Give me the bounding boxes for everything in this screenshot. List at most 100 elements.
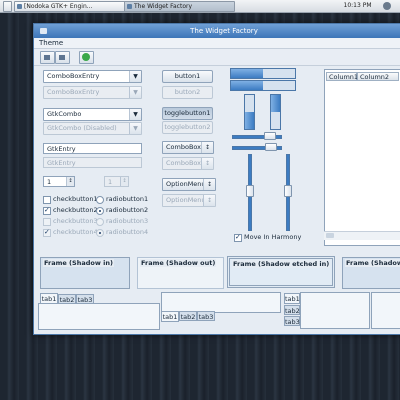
scrollbar-thumb[interactable] (326, 233, 334, 238)
notebook-page (300, 292, 370, 329)
clock[interactable]: 10:13 PM (340, 0, 375, 12)
progressbar-horizontal-2 (230, 80, 296, 91)
combobox-disabled-text: ComboBox (166, 159, 202, 167)
chevron-down-icon: ▼ (129, 123, 141, 134)
progressbar-horizontal-1 (230, 68, 296, 79)
gtkentry-disabled: GtkEntry (43, 157, 142, 168)
radiobutton4: radiobutton4 (96, 228, 148, 237)
checkbox-checked-icon (43, 228, 51, 237)
tab3[interactable]: tab3 (76, 294, 94, 304)
button1[interactable]: button1 (162, 70, 213, 83)
checkbutton3-label: checkbutton3 (53, 217, 98, 225)
optionmenu-text: OptionMenu (166, 180, 206, 188)
tray-icon[interactable] (383, 2, 391, 10)
previous-icon[interactable] (55, 51, 70, 64)
checkbutton1[interactable]: checkbutton1 (43, 195, 98, 204)
move-in-harmony-label: Move In Harmony (244, 233, 302, 241)
checkbox-checked-icon (234, 233, 242, 242)
radio-selected-icon (96, 229, 104, 237)
spinbutton[interactable]: 1 ↕ (43, 176, 75, 187)
radiobutton2[interactable]: radiobutton2 (96, 206, 148, 215)
chevron-down-icon[interactable]: ▼ (129, 71, 141, 82)
menu-theme[interactable]: Theme (39, 39, 63, 48)
tab2[interactable]: tab2 (58, 294, 76, 304)
task-label: [Nodoka GTK+ Engin... (24, 3, 93, 10)
gtkcombo-disabled: GtkCombo (Disabled) ▼ (43, 122, 142, 135)
chevron-updown-icon[interactable]: ↕ (201, 142, 213, 153)
notebook-page (38, 303, 160, 330)
tab3[interactable]: tab3 (284, 316, 300, 326)
vscale-2-slider[interactable] (284, 185, 292, 197)
tab1[interactable]: tab1 (161, 311, 179, 322)
combobox[interactable]: ComboBox ↕ (162, 141, 214, 154)
vscale-1-slider[interactable] (246, 185, 254, 197)
chevron-down-icon: ▼ (129, 87, 141, 98)
move-in-harmony-check[interactable]: Move In Harmony (234, 233, 301, 242)
window-titlebar[interactable]: The Widget Factory (34, 24, 400, 38)
chevron-updown-icon: ↕ (203, 195, 215, 206)
frame-shadow-etched-in-label: Frame (Shadow etched in) (232, 260, 331, 268)
progress-fill (245, 112, 254, 129)
radiobutton3-label: radiobutton3 (106, 217, 149, 225)
window-menu-icon[interactable] (40, 28, 47, 34)
treeview[interactable]: Column1 Column2 (324, 69, 400, 246)
progressbar-vertical-2 (270, 94, 281, 130)
gtkcombo[interactable]: GtkCombo ▼ (43, 108, 142, 121)
tab2[interactable]: tab2 (179, 311, 197, 321)
toolbar (34, 49, 400, 66)
checkbutton2-label: checkbutton2 (53, 206, 98, 214)
task-button-widget-factory[interactable]: The Widget Factory (124, 1, 235, 12)
radiobutton4-label: radiobutton4 (106, 228, 149, 236)
comboboxentry-text: ComboBoxEntry (47, 72, 100, 80)
column-header-1[interactable]: Column1 (326, 72, 358, 81)
optionmenu-disabled-text: OptionMenu (166, 196, 206, 204)
gtkentry[interactable]: GtkEntry (43, 143, 142, 154)
checkbox-icon (43, 218, 51, 226)
chevron-updown-icon: ↕ (201, 158, 213, 169)
checkbox-checked-icon (43, 206, 51, 215)
window-icon (17, 4, 22, 9)
go-icon[interactable] (79, 51, 94, 64)
frame-shadow-etched-out-label: Frame (Shadow etc (345, 259, 400, 267)
app-menu-icon[interactable] (3, 1, 12, 12)
progress-fill (271, 95, 280, 112)
radiobutton2-label: radiobutton2 (106, 206, 149, 214)
radiobutton3: radiobutton3 (96, 217, 148, 226)
tab1[interactable]: tab1 (284, 293, 300, 304)
togglebutton1[interactable]: togglebutton1 (162, 107, 213, 120)
spinbutton-disabled: 1 ↕ (104, 176, 129, 187)
chevron-down-icon[interactable]: ▼ (129, 109, 141, 120)
gtkcombo-disabled-text: GtkCombo (Disabled) (47, 124, 117, 132)
checkbutton2[interactable]: checkbutton2 (43, 206, 98, 215)
button2: button2 (162, 86, 213, 99)
comboboxentry-disabled: ComboBoxEntry ▼ (43, 86, 142, 99)
frame-shadow-in: Frame (Shadow in) (40, 257, 130, 289)
frame-shadow-etched-out: Frame (Shadow etc (342, 257, 400, 289)
treeview-hscrollbar[interactable] (324, 231, 400, 240)
notebook-page (371, 292, 400, 329)
hscale-1-slider[interactable] (264, 132, 276, 140)
first-icon[interactable] (40, 51, 55, 64)
window-title: The Widget Factory (190, 27, 258, 35)
progress-fill (231, 69, 263, 78)
comboboxentry[interactable]: ComboBoxEntry ▼ (43, 70, 142, 83)
combobox-text: ComboBox (166, 143, 202, 151)
column-header-2[interactable]: Column2 (357, 72, 399, 81)
widget-factory-window: The Widget Factory Theme ComboBoxEntry ▼… (33, 23, 400, 335)
window-icon (127, 4, 132, 9)
checkbox-icon (43, 196, 51, 204)
task-label: The Widget Factory (134, 3, 193, 10)
checkbutton4: checkbutton4 (43, 228, 98, 237)
radiobutton1[interactable]: radiobutton1 (96, 195, 148, 204)
frame-shadow-in-label: Frame (Shadow in) (43, 259, 114, 267)
hscale-2-slider[interactable] (265, 143, 277, 151)
chevron-updown-icon[interactable]: ↕ (203, 179, 215, 190)
combobox-disabled: ComboBox ↕ (162, 157, 214, 170)
tab2[interactable]: tab2 (284, 305, 300, 315)
tab1[interactable]: tab1 (40, 293, 58, 304)
tab3[interactable]: tab3 (197, 311, 215, 321)
optionmenu[interactable]: OptionMenu ↕ (162, 178, 216, 191)
frame-shadow-out: Frame (Shadow out) (137, 257, 224, 289)
task-button-nodoka[interactable]: [Nodoka GTK+ Engin... (14, 1, 130, 12)
spin-arrows-icon[interactable]: ↕ (66, 177, 74, 186)
